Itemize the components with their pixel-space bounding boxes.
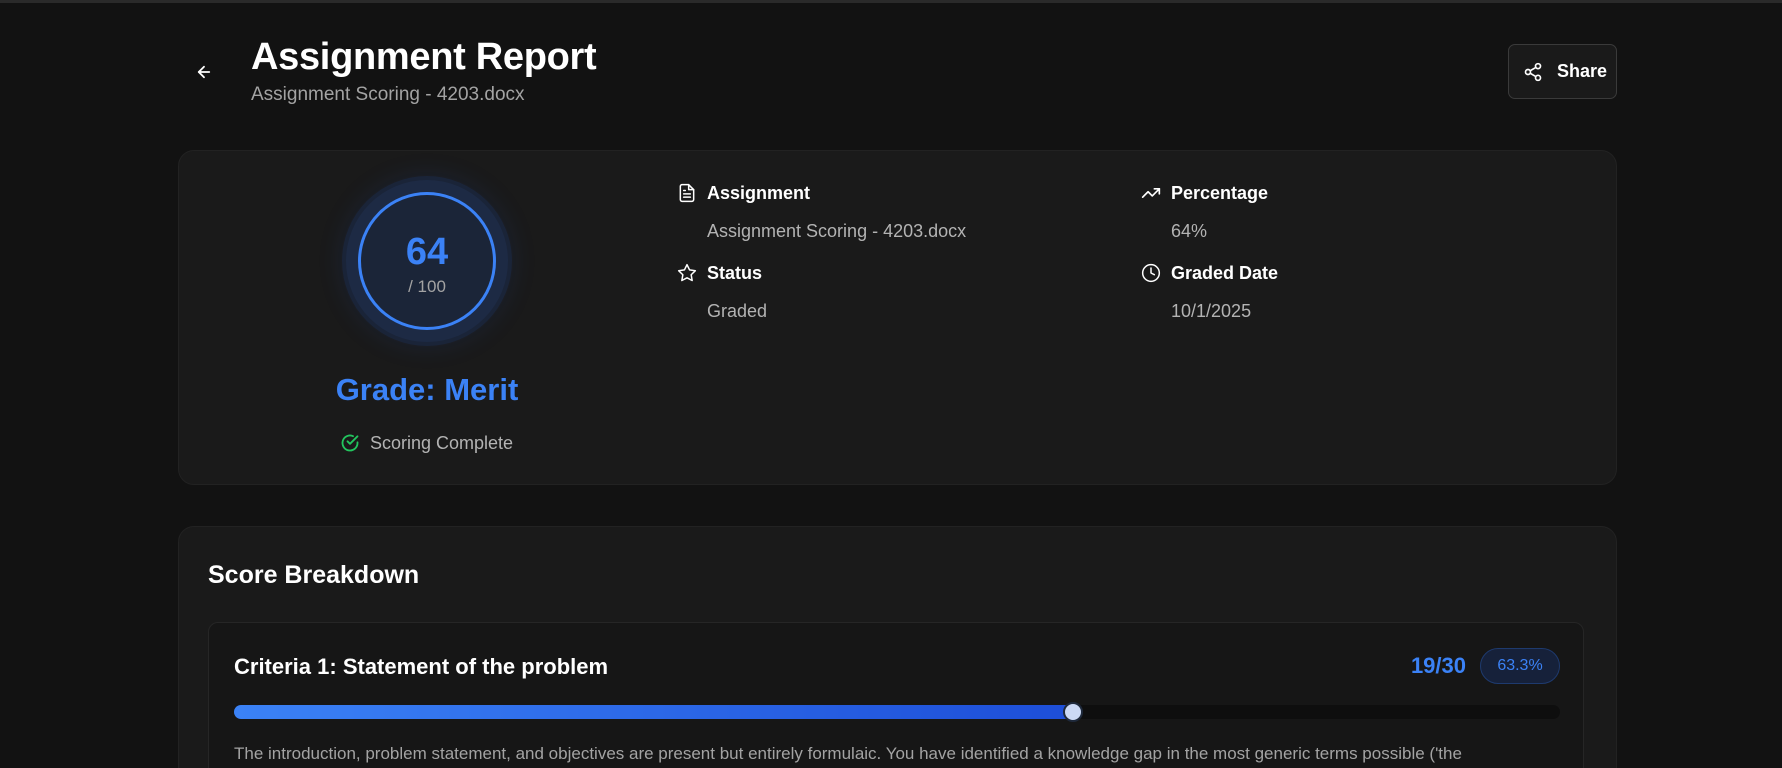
top-divider	[0, 0, 1782, 3]
file-text-icon	[679, 183, 695, 203]
criteria-progress-fill	[234, 705, 1073, 719]
score-value: 64	[405, 231, 449, 273]
star-icon	[677, 263, 697, 282]
page-subtitle: Assignment Scoring - 4203.docx	[251, 84, 525, 105]
clock-icon	[1141, 263, 1161, 283]
check-circle-icon	[341, 434, 359, 452]
meta-percentage-value: 64%	[1171, 221, 1208, 241]
criteria-feedback: The introduction, problem statement, and…	[234, 744, 1462, 763]
criteria-score: 19/30	[1410, 653, 1466, 678]
score-circle: 64 / 100	[358, 192, 496, 330]
scoring-status-text: Scoring Complete	[370, 432, 514, 453]
arrow-left-icon	[197, 65, 211, 79]
meta-graded-date-label: Graded Date	[1171, 262, 1279, 283]
criteria-title: Criteria 1: Statement of the problem	[234, 654, 609, 679]
criteria-percent-badge: 63.3%	[1480, 648, 1560, 684]
meta-graded-date: Graded Date 10/1/2025	[1141, 261, 1279, 321]
share-icon	[1524, 62, 1542, 81]
meta-assignment: Assignment Assignment Scoring - 4203.doc…	[677, 181, 966, 241]
meta-status-label: Status	[707, 262, 763, 283]
share-label: Share	[1557, 61, 1608, 81]
share-button[interactable]: Share	[1508, 44, 1617, 99]
score-breakdown-title: Score Breakdown	[208, 561, 420, 589]
criteria-progress-thumb[interactable]	[1063, 702, 1083, 722]
scoring-status: Scoring Complete	[340, 431, 513, 455]
grade-label: Grade: Merit	[335, 372, 519, 407]
meta-graded-date-value: 10/1/2025	[1171, 301, 1252, 321]
meta-status-value: Graded	[707, 301, 768, 321]
meta-status: Status Graded	[677, 261, 767, 321]
score-total: / 100	[408, 277, 446, 296]
page-title: Assignment Report	[251, 36, 597, 78]
meta-assignment-value: Assignment Scoring - 4203.docx	[707, 221, 967, 241]
score-ring: 64 / 100	[346, 180, 508, 342]
meta-percentage-label: Percentage	[1171, 182, 1269, 203]
meta-assignment-label: Assignment	[707, 182, 811, 203]
back-button[interactable]	[190, 58, 218, 86]
criteria-progress-bar	[234, 702, 1560, 722]
meta-percentage: Percentage 64%	[1141, 181, 1269, 241]
trending-up-icon	[1141, 188, 1161, 198]
